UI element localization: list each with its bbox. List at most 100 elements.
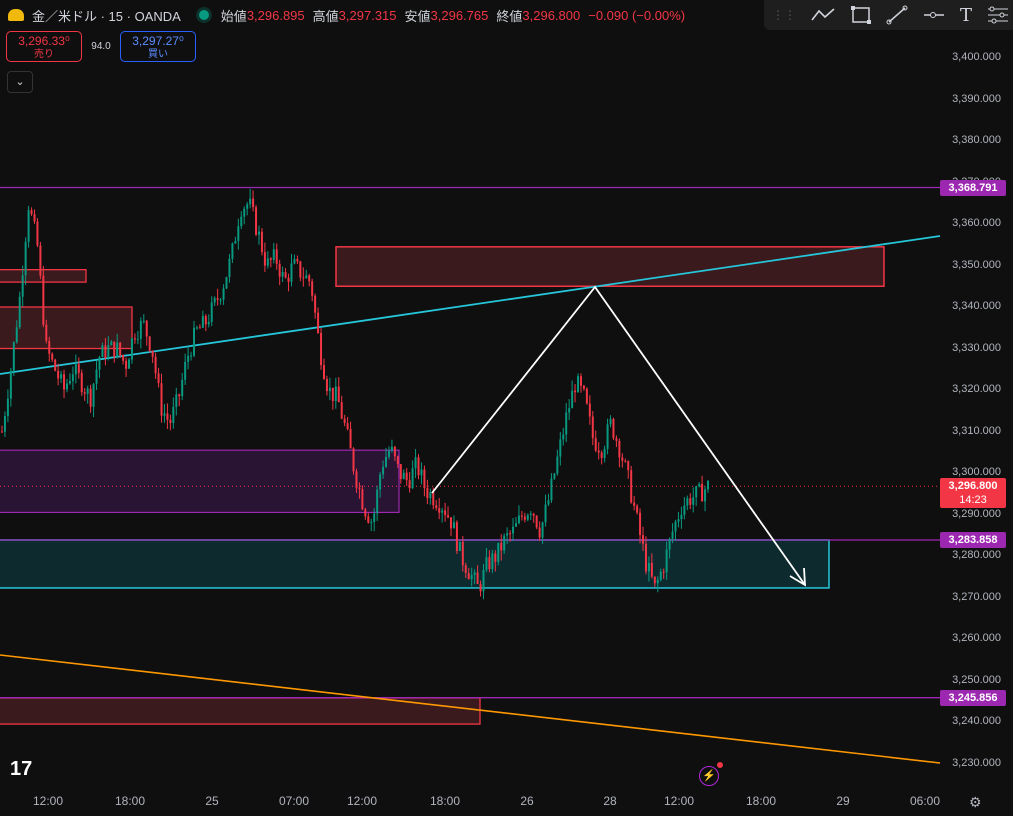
candle-body [630, 470, 633, 503]
candle-body [579, 376, 582, 386]
candle-body [647, 562, 650, 572]
drawing-toolbar: ⋮⋮ T [764, 0, 1013, 30]
candle-body [441, 510, 444, 513]
candle-body [175, 394, 178, 407]
time-tick-label: 07:00 [278, 794, 310, 808]
price-chart[interactable] [0, 0, 1013, 816]
candle-body [370, 521, 373, 523]
time-tick-label: 25 [205, 794, 219, 808]
candle-body [621, 457, 624, 461]
symbol-title[interactable]: 金／米ドル · 15 · OANDA [32, 6, 181, 25]
time-tick-label: 06:00 [909, 794, 941, 808]
price-tick-label: 3,330.000 [952, 341, 1001, 354]
candle-body [349, 428, 352, 449]
countdown-value: 14:23 [959, 494, 987, 506]
candle-body [509, 533, 512, 535]
candle-body [77, 364, 80, 373]
candle-body [538, 527, 541, 538]
candle-body [689, 498, 692, 505]
candle-body [707, 480, 709, 490]
candle-body [455, 522, 458, 551]
candle-body [225, 277, 228, 289]
candle-body [122, 355, 125, 361]
price-tag-level-1: 3,368.791 [940, 180, 1006, 196]
candle-body [296, 259, 299, 262]
candle-body [116, 342, 119, 358]
candle-body [125, 360, 128, 369]
candle-body [181, 379, 184, 397]
candle-body [54, 359, 57, 371]
candle-body [36, 221, 39, 246]
high-label: 高値 [312, 8, 339, 24]
candle-body [423, 469, 426, 489]
candle-body [450, 517, 453, 529]
candle-body [272, 249, 275, 260]
candle-body [588, 403, 591, 417]
candle-body [133, 338, 136, 340]
candle-body [411, 468, 414, 489]
candle-body [263, 252, 266, 266]
candle-body [429, 492, 432, 499]
candle-body [184, 361, 187, 380]
candle-body [51, 353, 54, 360]
candle-body [526, 515, 529, 520]
candle-body [432, 492, 435, 506]
candle-body [86, 388, 89, 394]
drag-handle-icon[interactable]: ⋮⋮ [772, 8, 796, 22]
candle-body [190, 355, 193, 357]
candle-body [500, 542, 503, 551]
candle-body [139, 320, 142, 339]
time-tick-label: 18:00 [429, 794, 461, 808]
buy-label: 買い [148, 49, 168, 60]
candle-body [390, 446, 393, 451]
candle-body [317, 312, 320, 333]
time-tick-label: 18:00 [114, 794, 146, 808]
candle-body [497, 542, 500, 563]
settings-icon[interactable] [986, 5, 1010, 25]
time-tick-label: 18:00 [745, 794, 777, 808]
trend-line-icon[interactable] [810, 6, 836, 24]
candle-body [119, 342, 122, 356]
horizontal-ray-icon[interactable] [922, 5, 946, 25]
candle-body [444, 510, 447, 516]
rectangle-icon[interactable] [850, 5, 872, 25]
buy-button[interactable]: 3,297.27⁰ 買い [120, 31, 196, 62]
candle-body [650, 562, 653, 577]
candle-body [479, 583, 482, 592]
low-label: 安値 [404, 8, 431, 24]
price-tick-label: 3,240.000 [952, 715, 1001, 727]
candle-body [523, 516, 526, 520]
candle-body [701, 483, 704, 502]
candle-body [252, 198, 255, 208]
candle-body [618, 440, 621, 458]
candle-body [18, 296, 21, 328]
candle-body [83, 392, 86, 394]
candle-body [656, 579, 659, 584]
spread-value: 94.0 [91, 41, 111, 52]
lightning-icon[interactable]: ⚡ [699, 762, 723, 786]
candle-body [290, 263, 293, 282]
candle-body [231, 243, 234, 259]
candle-body [464, 565, 467, 574]
tradingview-logo-icon[interactable]: 17 [10, 758, 32, 781]
candle-body [269, 258, 272, 260]
candle-body [48, 340, 51, 354]
candle-body [216, 298, 219, 300]
candle-body [157, 373, 160, 384]
text-icon[interactable]: T [960, 5, 972, 26]
candle-body [358, 487, 361, 489]
sell-button[interactable]: 3,296.33⁰ 売り [6, 31, 82, 62]
axis-settings-icon[interactable]: ⚙ [969, 794, 982, 811]
candle-body [278, 263, 281, 277]
candle-body [287, 277, 290, 282]
candle-body [677, 519, 680, 522]
collapse-button[interactable]: ⌄ [7, 71, 33, 93]
candle-body [396, 456, 399, 465]
candle-body [420, 469, 423, 476]
candle-body [160, 383, 163, 416]
candle-body [382, 466, 385, 475]
candle-body [517, 515, 520, 524]
line-tool-icon[interactable] [886, 5, 908, 25]
candle-body [662, 571, 665, 573]
candle-body [320, 332, 323, 366]
